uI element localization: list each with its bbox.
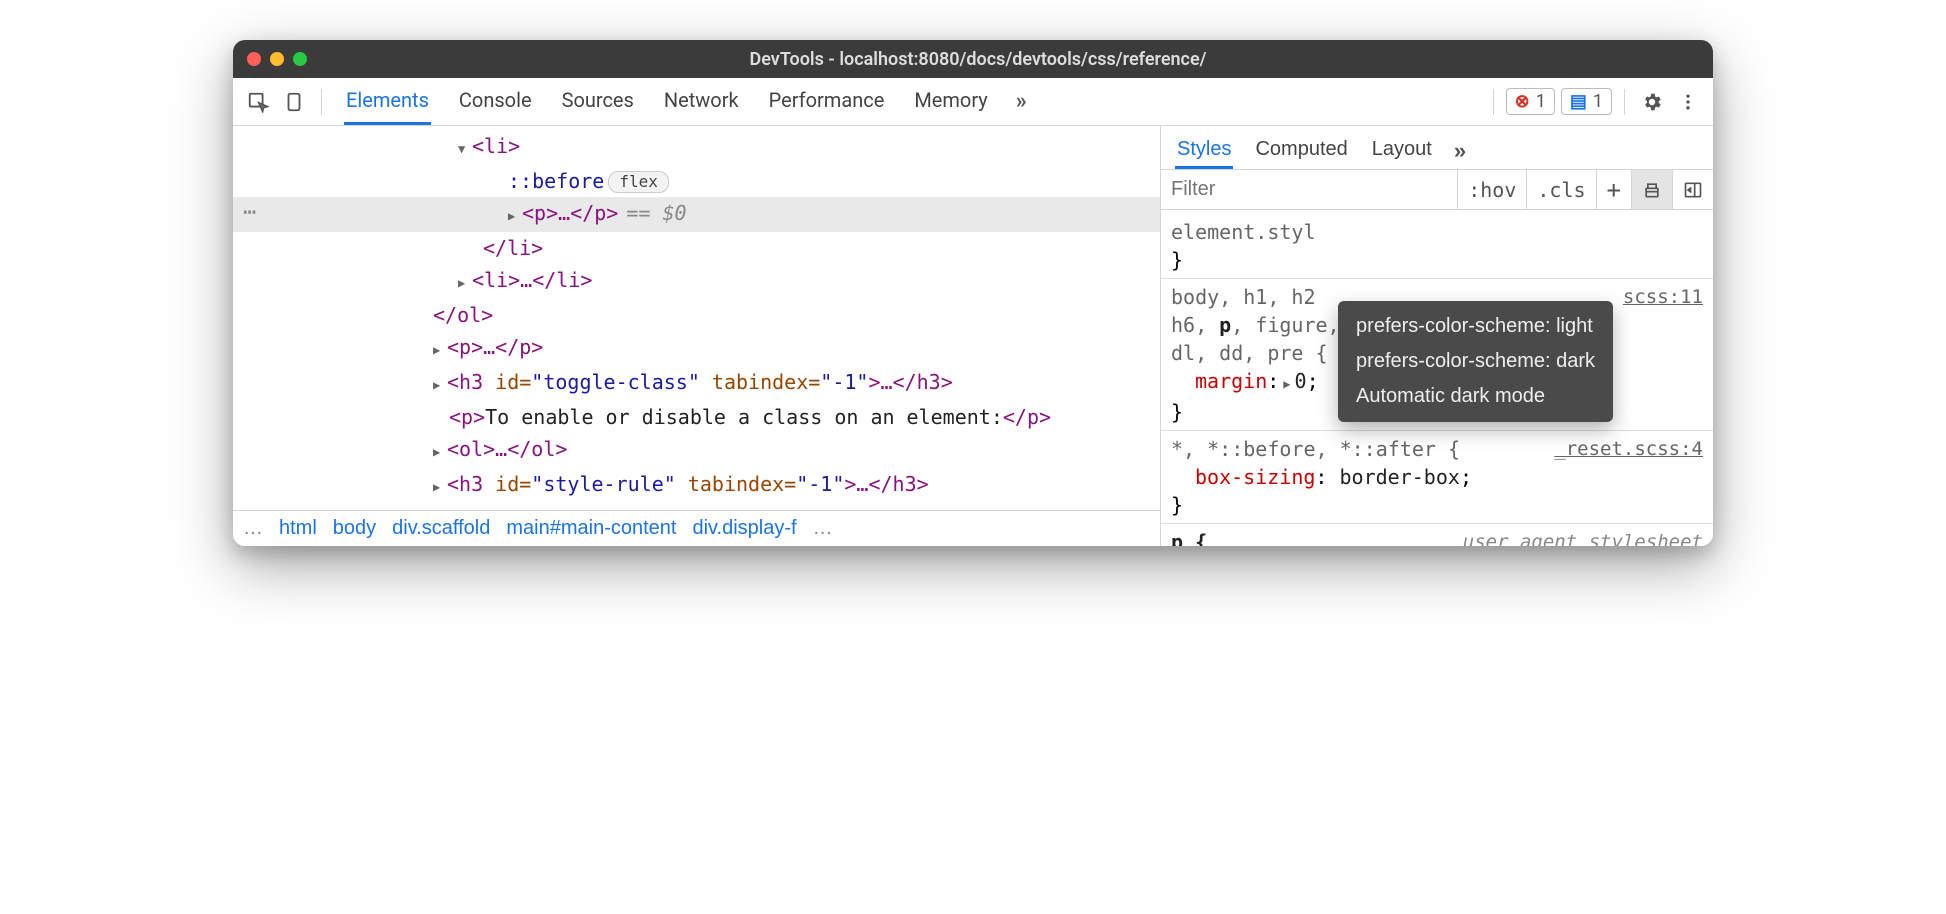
expand-toggle[interactable] xyxy=(433,468,445,503)
breadcrumb-overflow[interactable]: … xyxy=(243,517,263,540)
window-title: DevTools - localhost:8080/docs/devtools/… xyxy=(307,49,1649,70)
expand-toggle[interactable] xyxy=(458,264,470,299)
expand-toggle[interactable] xyxy=(433,433,445,468)
device-icon[interactable] xyxy=(279,87,309,117)
tab-sources[interactable]: Sources xyxy=(560,78,636,125)
rule-element-style[interactable]: element.styl } xyxy=(1161,214,1713,279)
tab-computed[interactable]: Computed xyxy=(1253,132,1349,169)
dom-node[interactable]: ::beforeflex xyxy=(233,165,1160,197)
main-tabs: Elements Console Sources Network Perform… xyxy=(344,78,1481,125)
styles-filter-input[interactable] xyxy=(1161,170,1457,209)
selected-var: == $0 xyxy=(626,201,686,225)
errors-badge[interactable]: ⊗ 1 xyxy=(1506,88,1555,115)
breadcrumb-overflow[interactable]: … xyxy=(813,517,833,540)
minimize-window-dot[interactable] xyxy=(270,52,284,66)
expand-toggle[interactable] xyxy=(433,331,445,366)
tab-elements[interactable]: Elements xyxy=(344,78,431,125)
rule-selector: p { xyxy=(1171,530,1207,546)
popup-item-light[interactable]: prefers-color-scheme: light xyxy=(1338,309,1613,344)
ua-stylesheet-label: user agent stylesheet xyxy=(1463,528,1703,546)
breadcrumb-item[interactable]: div.scaffold xyxy=(392,517,490,540)
zoom-window-dot[interactable] xyxy=(293,52,307,66)
dom-tree[interactable]: <li> ::beforeflex <p>…</p>== $0 </li> <l… xyxy=(233,126,1160,510)
breadcrumb-item[interactable]: main#main-content xyxy=(506,517,676,540)
inspect-icon[interactable] xyxy=(243,87,273,117)
cls-button[interactable]: .cls xyxy=(1526,170,1595,209)
breadcrumb-item[interactable]: html xyxy=(279,517,317,540)
tab-console[interactable]: Console xyxy=(457,78,534,125)
styles-toolbar: :hov .cls + xyxy=(1161,170,1713,210)
tab-memory[interactable]: Memory xyxy=(912,78,989,125)
hov-button[interactable]: :hov xyxy=(1457,170,1526,209)
expand-toggle[interactable] xyxy=(508,197,520,232)
expand-toggle[interactable] xyxy=(433,366,445,401)
rule-universal[interactable]: _reset.scss:4 *, *::before, *::after { b… xyxy=(1161,431,1713,524)
tab-network[interactable]: Network xyxy=(662,78,741,125)
popup-item-auto[interactable]: Automatic dark mode xyxy=(1338,379,1613,414)
close-window-dot[interactable] xyxy=(247,52,261,66)
styles-tabs: Styles Computed Layout » xyxy=(1161,126,1713,170)
toolbar-separator xyxy=(321,89,322,115)
breadcrumb-item[interactable]: body xyxy=(333,517,376,540)
popup-item-dark[interactable]: prefers-color-scheme: dark xyxy=(1338,344,1613,379)
message-icon: ▤ xyxy=(1570,91,1587,112)
devtools-window: DevTools - localhost:8080/docs/devtools/… xyxy=(233,40,1713,546)
dom-node[interactable]: <p>…</p> xyxy=(233,331,1160,366)
dom-node[interactable]: <li>…</li> xyxy=(233,264,1160,299)
dom-node[interactable]: <h3 id="toggle-class" tabindex="-1">…</h… xyxy=(233,366,1160,401)
breadcrumb: … html body div.scaffold main#main-conte… xyxy=(233,510,1160,546)
toolbar-separator xyxy=(1624,89,1625,115)
rendering-popup: prefers-color-scheme: light prefers-colo… xyxy=(1338,301,1613,422)
gear-icon[interactable] xyxy=(1637,87,1667,117)
kebab-icon[interactable] xyxy=(1673,87,1703,117)
message-count: 1 xyxy=(1593,91,1603,112)
tab-performance[interactable]: Performance xyxy=(767,78,887,125)
flex-badge[interactable]: flex xyxy=(608,171,669,193)
error-icon: ⊗ xyxy=(1515,91,1530,112)
expand-toggle[interactable] xyxy=(458,130,470,165)
traffic-lights xyxy=(247,52,307,66)
breadcrumb-item[interactable]: div.display-f xyxy=(692,517,796,540)
dom-node[interactable]: <ol>…</ol> xyxy=(233,433,1160,468)
rule-ua[interactable]: user agent stylesheet p { xyxy=(1161,524,1713,546)
dom-node-selected[interactable]: <p>…</p>== $0 xyxy=(233,197,1160,232)
titlebar: DevTools - localhost:8080/docs/devtools/… xyxy=(233,40,1713,78)
rule-source-link[interactable]: _reset.scss:4 xyxy=(1554,435,1703,463)
error-count: 1 xyxy=(1536,91,1546,112)
elements-panel: <li> ::beforeflex <p>…</p>== $0 </li> <l… xyxy=(233,126,1161,546)
dom-node[interactable]: <h3 id="style-rule" tabindex="-1">…</h3> xyxy=(233,468,1160,503)
rule-selector: *, *::before, *::after { xyxy=(1171,437,1460,461)
rendering-emulation-button[interactable] xyxy=(1631,170,1672,209)
more-styles-tabs-icon[interactable]: » xyxy=(1454,138,1466,164)
messages-badge[interactable]: ▤ 1 xyxy=(1561,88,1612,115)
dom-node[interactable]: </li> xyxy=(233,232,1160,264)
dom-node[interactable]: <li> xyxy=(233,130,1160,165)
toolbar-right: ⊗ 1 ▤ 1 xyxy=(1487,87,1703,117)
new-rule-button[interactable]: + xyxy=(1596,170,1631,209)
dom-node[interactable]: </ol> xyxy=(233,299,1160,331)
toolbar-separator xyxy=(1493,89,1494,115)
dom-node[interactable]: <p>To enable or disable a class on an el… xyxy=(233,401,1160,433)
main-toolbar: Elements Console Sources Network Perform… xyxy=(233,78,1713,126)
tab-styles[interactable]: Styles xyxy=(1175,132,1233,169)
tab-layout[interactable]: Layout xyxy=(1370,132,1434,169)
rule-source-link[interactable]: scss:11 xyxy=(1623,283,1703,311)
more-tabs-icon[interactable]: » xyxy=(1016,89,1027,114)
sidebar-toggle-button[interactable] xyxy=(1672,170,1713,209)
